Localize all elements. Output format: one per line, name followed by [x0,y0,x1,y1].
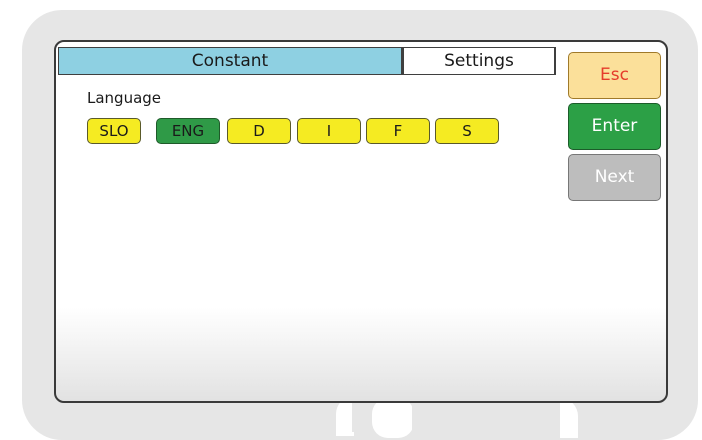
language-option-f[interactable]: F [366,118,430,144]
language-option-slo[interactable]: SLO [87,118,141,144]
bezel-notch [372,398,414,438]
screen: Constant Settings Language SLO ENG D I F… [54,40,668,403]
esc-button[interactable]: Esc [568,52,661,99]
tab-constant[interactable]: Constant [58,47,402,75]
language-option-i[interactable]: I [297,118,361,144]
language-label: Language [87,89,162,107]
next-button[interactable]: Next [568,154,661,201]
enter-button[interactable]: Enter [568,103,661,150]
tab-bar: Constant Settings [58,47,558,75]
language-option-d[interactable]: D [227,118,291,144]
language-option-s[interactable]: S [435,118,499,144]
language-option-eng[interactable]: ENG [156,118,220,144]
bezel-notch [352,402,374,432]
tab-settings[interactable]: Settings [402,47,556,75]
bezel-notch [412,402,562,432]
